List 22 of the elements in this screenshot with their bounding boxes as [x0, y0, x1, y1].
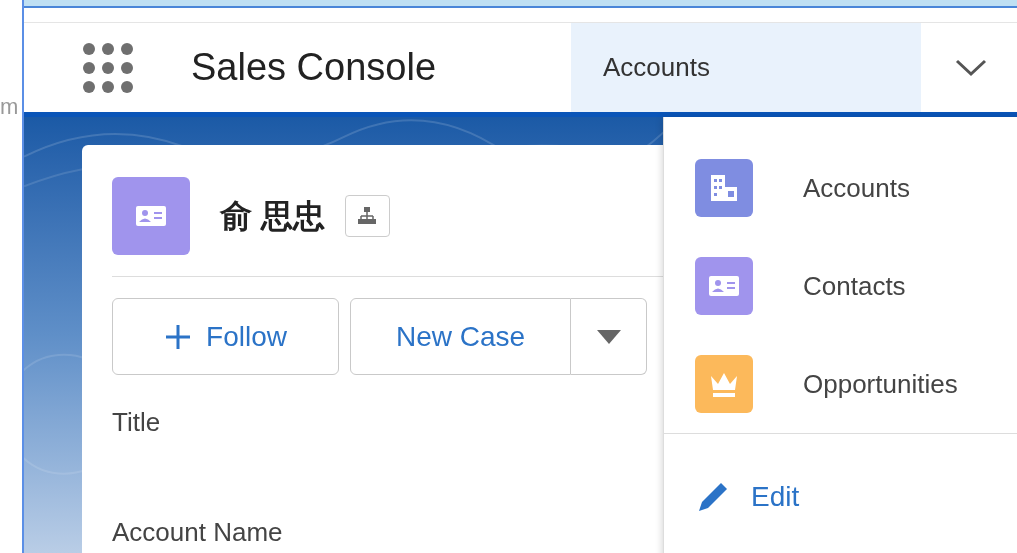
plus-icon [164, 322, 193, 351]
hierarchy-icon [357, 207, 378, 225]
more-actions-button[interactable] [571, 298, 647, 375]
chevron-down-icon[interactable] [955, 58, 987, 77]
contact-card-icon [136, 206, 166, 226]
app-launcher-icon[interactable] [81, 40, 135, 95]
follow-button[interactable]: Follow [112, 298, 339, 375]
new-case-button[interactable]: New Case [350, 298, 571, 375]
navigation-tab[interactable]: Accounts [571, 23, 921, 112]
menu-item[interactable]: Accounts [695, 159, 1017, 217]
menu-item[interactable]: Opportunities [695, 355, 1017, 413]
field-label: Account Name [112, 519, 284, 545]
building-icon [709, 173, 739, 203]
cut-off-text: m [0, 96, 19, 118]
caret-icon [596, 329, 621, 344]
contact-card-icon [709, 276, 739, 296]
edit-menu-item[interactable]: Edit [664, 476, 804, 518]
record-name: 俞 思忠 [220, 197, 325, 236]
menu-item[interactable]: Contacts [695, 257, 1017, 315]
app-name: Sales Console [191, 45, 438, 90]
field-label: Title [112, 409, 162, 435]
hierarchy-button[interactable] [344, 195, 390, 237]
